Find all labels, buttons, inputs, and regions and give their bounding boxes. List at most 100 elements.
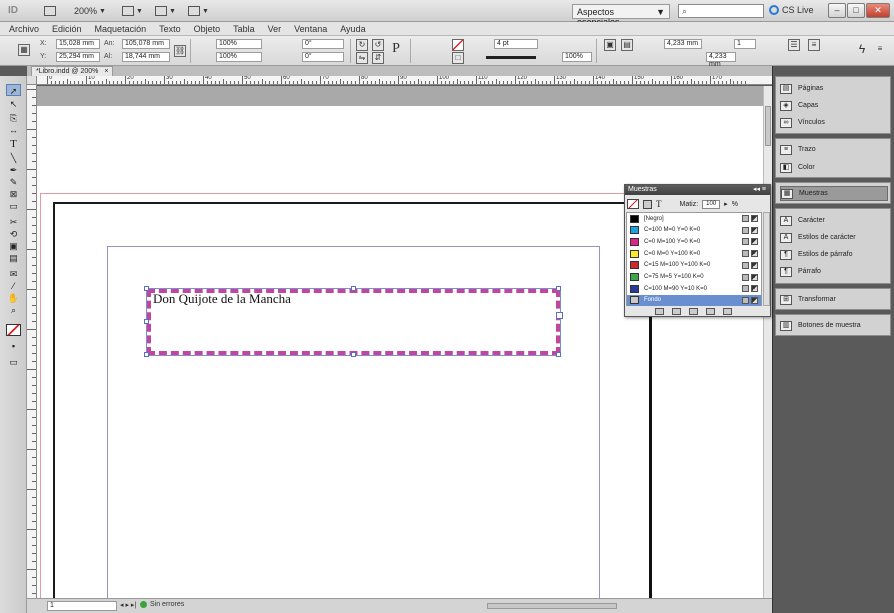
frame-text[interactable]: Don Quijote de la Mancha [153, 291, 291, 307]
pen-tool-icon[interactable]: ✒ [6, 164, 21, 176]
rotation-angle-field[interactable]: 0° [302, 39, 344, 49]
minimize-button[interactable]: – [828, 3, 846, 18]
search-input[interactable]: ⌕ [678, 4, 764, 18]
swatch-row[interactable]: [Negro] [627, 213, 761, 224]
panel-collapse-icon[interactable]: ◂◂ ≡ [753, 185, 766, 195]
preflight-status[interactable]: Sin errores [140, 601, 184, 608]
document-tab[interactable]: *Libro.indd @ 200% × [31, 66, 114, 76]
menu-objeto[interactable]: Objeto [194, 24, 221, 34]
swatch-row[interactable]: Fondo [627, 294, 761, 306]
dock-item-paragraph[interactable]: ¶ Párrafo [780, 264, 888, 279]
dock-item-paragraph-styles[interactable]: ¶ Estilos de párrafo [780, 247, 888, 262]
vertical-ruler[interactable] [27, 85, 37, 598]
panel-menu-icon[interactable]: ≡ [874, 44, 886, 56]
bridge-button[interactable] [44, 4, 56, 18]
quick-apply-icon[interactable]: ϟ [856, 43, 868, 56]
ruler-origin[interactable] [27, 76, 37, 85]
scale-x-field[interactable]: 100% [216, 39, 262, 49]
text-mode-icon[interactable]: T [656, 199, 662, 209]
container-icon[interactable] [643, 199, 652, 209]
horizontal-ruler[interactable]: 0 10 20 30 40 50 60 70 80 90 100 110 120 130 140 150 160… [37, 76, 772, 85]
swatch-row[interactable]: C=100 M=0 Y=0 K=0 [627, 225, 761, 236]
opacity-field[interactable]: 100% [562, 52, 592, 62]
arrange-documents-button[interactable]: ▼ [188, 4, 209, 18]
dock-item-character-styles[interactable]: A Estilos de carácter [780, 230, 888, 245]
zoom-dropdown[interactable]: 200% ▼ [74, 4, 106, 18]
dock-item-color[interactable]: ◧ Color [780, 160, 888, 175]
pencil-tool-icon[interactable]: ✎ [6, 176, 21, 188]
page-navigation[interactable]: ◂ ▸ ▸| [120, 601, 136, 609]
frame-handle[interactable] [556, 352, 561, 357]
flip-horizontal-icon[interactable]: ⇋ [356, 52, 368, 64]
menu-ventana[interactable]: Ventana [294, 24, 327, 34]
menu-maquetacion[interactable]: Maquetación [95, 24, 147, 34]
swatches-scrollbar[interactable] [763, 212, 770, 306]
swatch-row[interactable]: C=0 M=100 Y=0 K=0 [627, 236, 761, 247]
menu-archivo[interactable]: Archivo [9, 24, 39, 34]
tint-arrow-icon[interactable]: ▸ [724, 200, 728, 208]
flip-vertical-icon[interactable]: ⇵ [372, 52, 384, 64]
frame-handle[interactable] [351, 286, 356, 291]
screen-mode-button[interactable]: ▼ [155, 4, 176, 18]
view-options-button[interactable]: ▼ [122, 4, 143, 18]
show-color-swatches-icon[interactable] [672, 308, 681, 315]
gradient-feather-tool-icon[interactable]: ▤ [6, 252, 21, 264]
menu-edicion[interactable]: Edición [52, 24, 82, 34]
close-button[interactable]: ✕ [866, 3, 890, 18]
tint-field[interactable]: 100 [702, 199, 721, 209]
frame-fitting-icon[interactable]: ▣ [604, 39, 616, 51]
dock-item-links[interactable]: ∞ Vínculos [780, 115, 888, 130]
eyedropper-tool-icon[interactable]: ⁄ [6, 280, 21, 292]
selection-tool-icon[interactable]: ➚ [6, 84, 21, 96]
swatch-row[interactable]: C=100 M=90 Y=10 K=0 [627, 283, 761, 294]
shear-angle-field[interactable]: 0° [302, 52, 344, 62]
stroke-swatch-icon[interactable]: □ [452, 52, 464, 64]
text-out-port[interactable] [556, 312, 563, 319]
frame-handle[interactable] [144, 319, 149, 324]
dock-item-transform[interactable]: ⊞ Transformar [780, 292, 888, 307]
rotate-cw-icon[interactable]: ↻ [356, 39, 368, 51]
close-tab-icon[interactable]: × [104, 67, 108, 76]
rotate-ccw-icon[interactable]: ↺ [372, 39, 384, 51]
frame-handle[interactable] [351, 352, 356, 357]
gradient-tool-icon[interactable]: ▣ [6, 240, 21, 252]
hand-tool-icon[interactable]: ✋ [6, 292, 21, 304]
zoom-tool-icon[interactable]: ⌕ [6, 304, 21, 316]
y-field[interactable]: 25,294 mm [56, 52, 100, 62]
scissors-tool-icon[interactable]: ✂ [6, 216, 21, 228]
fill-icon[interactable] [452, 39, 464, 51]
rectangle-frame-tool-icon[interactable]: ⊠ [6, 188, 21, 200]
formatting-affects-container-icon[interactable]: ▪ [6, 340, 21, 352]
rectangle-tool-icon[interactable]: ▭ [6, 200, 21, 212]
menu-ver[interactable]: Ver [268, 24, 282, 34]
dock-item-sample-buttons[interactable]: ▥ Botones de muestra [780, 318, 888, 333]
cs-live-button[interactable]: CS Live [769, 5, 814, 15]
new-swatch-icon[interactable] [706, 308, 715, 315]
page-number-field[interactable]: 1 [47, 601, 117, 611]
height-field[interactable]: 18,744 mm [122, 52, 170, 62]
swatch-row[interactable]: C=75 M=5 Y=100 K=0 [627, 272, 761, 283]
workspace-switcher[interactable]: Aspectos esenciales ▼ [572, 4, 670, 27]
document-canvas[interactable]: Don Quijote de la Mancha [37, 86, 772, 598]
page-tool-icon[interactable]: ⎘ [6, 112, 21, 124]
stroke-type-line[interactable] [486, 56, 536, 59]
fit-content-icon[interactable]: ▤ [621, 39, 633, 51]
menu-tabla[interactable]: Tabla [233, 24, 255, 34]
show-gradient-swatches-icon[interactable] [689, 308, 698, 315]
maximize-button[interactable]: □ [847, 3, 865, 18]
gap-tool-icon[interactable]: ↔ [6, 124, 21, 136]
frame-handle[interactable] [144, 286, 149, 291]
text-frame-options-icon[interactable]: ☰ [788, 39, 800, 51]
note-tool-icon[interactable]: ✉ [6, 268, 21, 280]
stroke-weight-field[interactable]: 4 pt [494, 39, 538, 49]
columns-field[interactable]: 1 [734, 39, 756, 49]
swatches-panel-header[interactable]: Muestras ◂◂ ≡ [625, 185, 770, 195]
show-all-swatches-icon[interactable] [655, 308, 664, 315]
dock-item-layers[interactable]: ◈ Capas [780, 98, 888, 113]
dock-item-swatches[interactable]: ▦ Muestras [780, 186, 888, 201]
fill-stroke-mini-icon[interactable] [627, 199, 639, 209]
line-tool-icon[interactable]: ╲ [6, 152, 21, 164]
scroll-thumb[interactable] [765, 106, 771, 146]
swatch-row[interactable]: C=0 M=0 Y=100 K=0 [627, 248, 761, 259]
dock-item-stroke[interactable]: ≡ Trazo [780, 142, 888, 157]
